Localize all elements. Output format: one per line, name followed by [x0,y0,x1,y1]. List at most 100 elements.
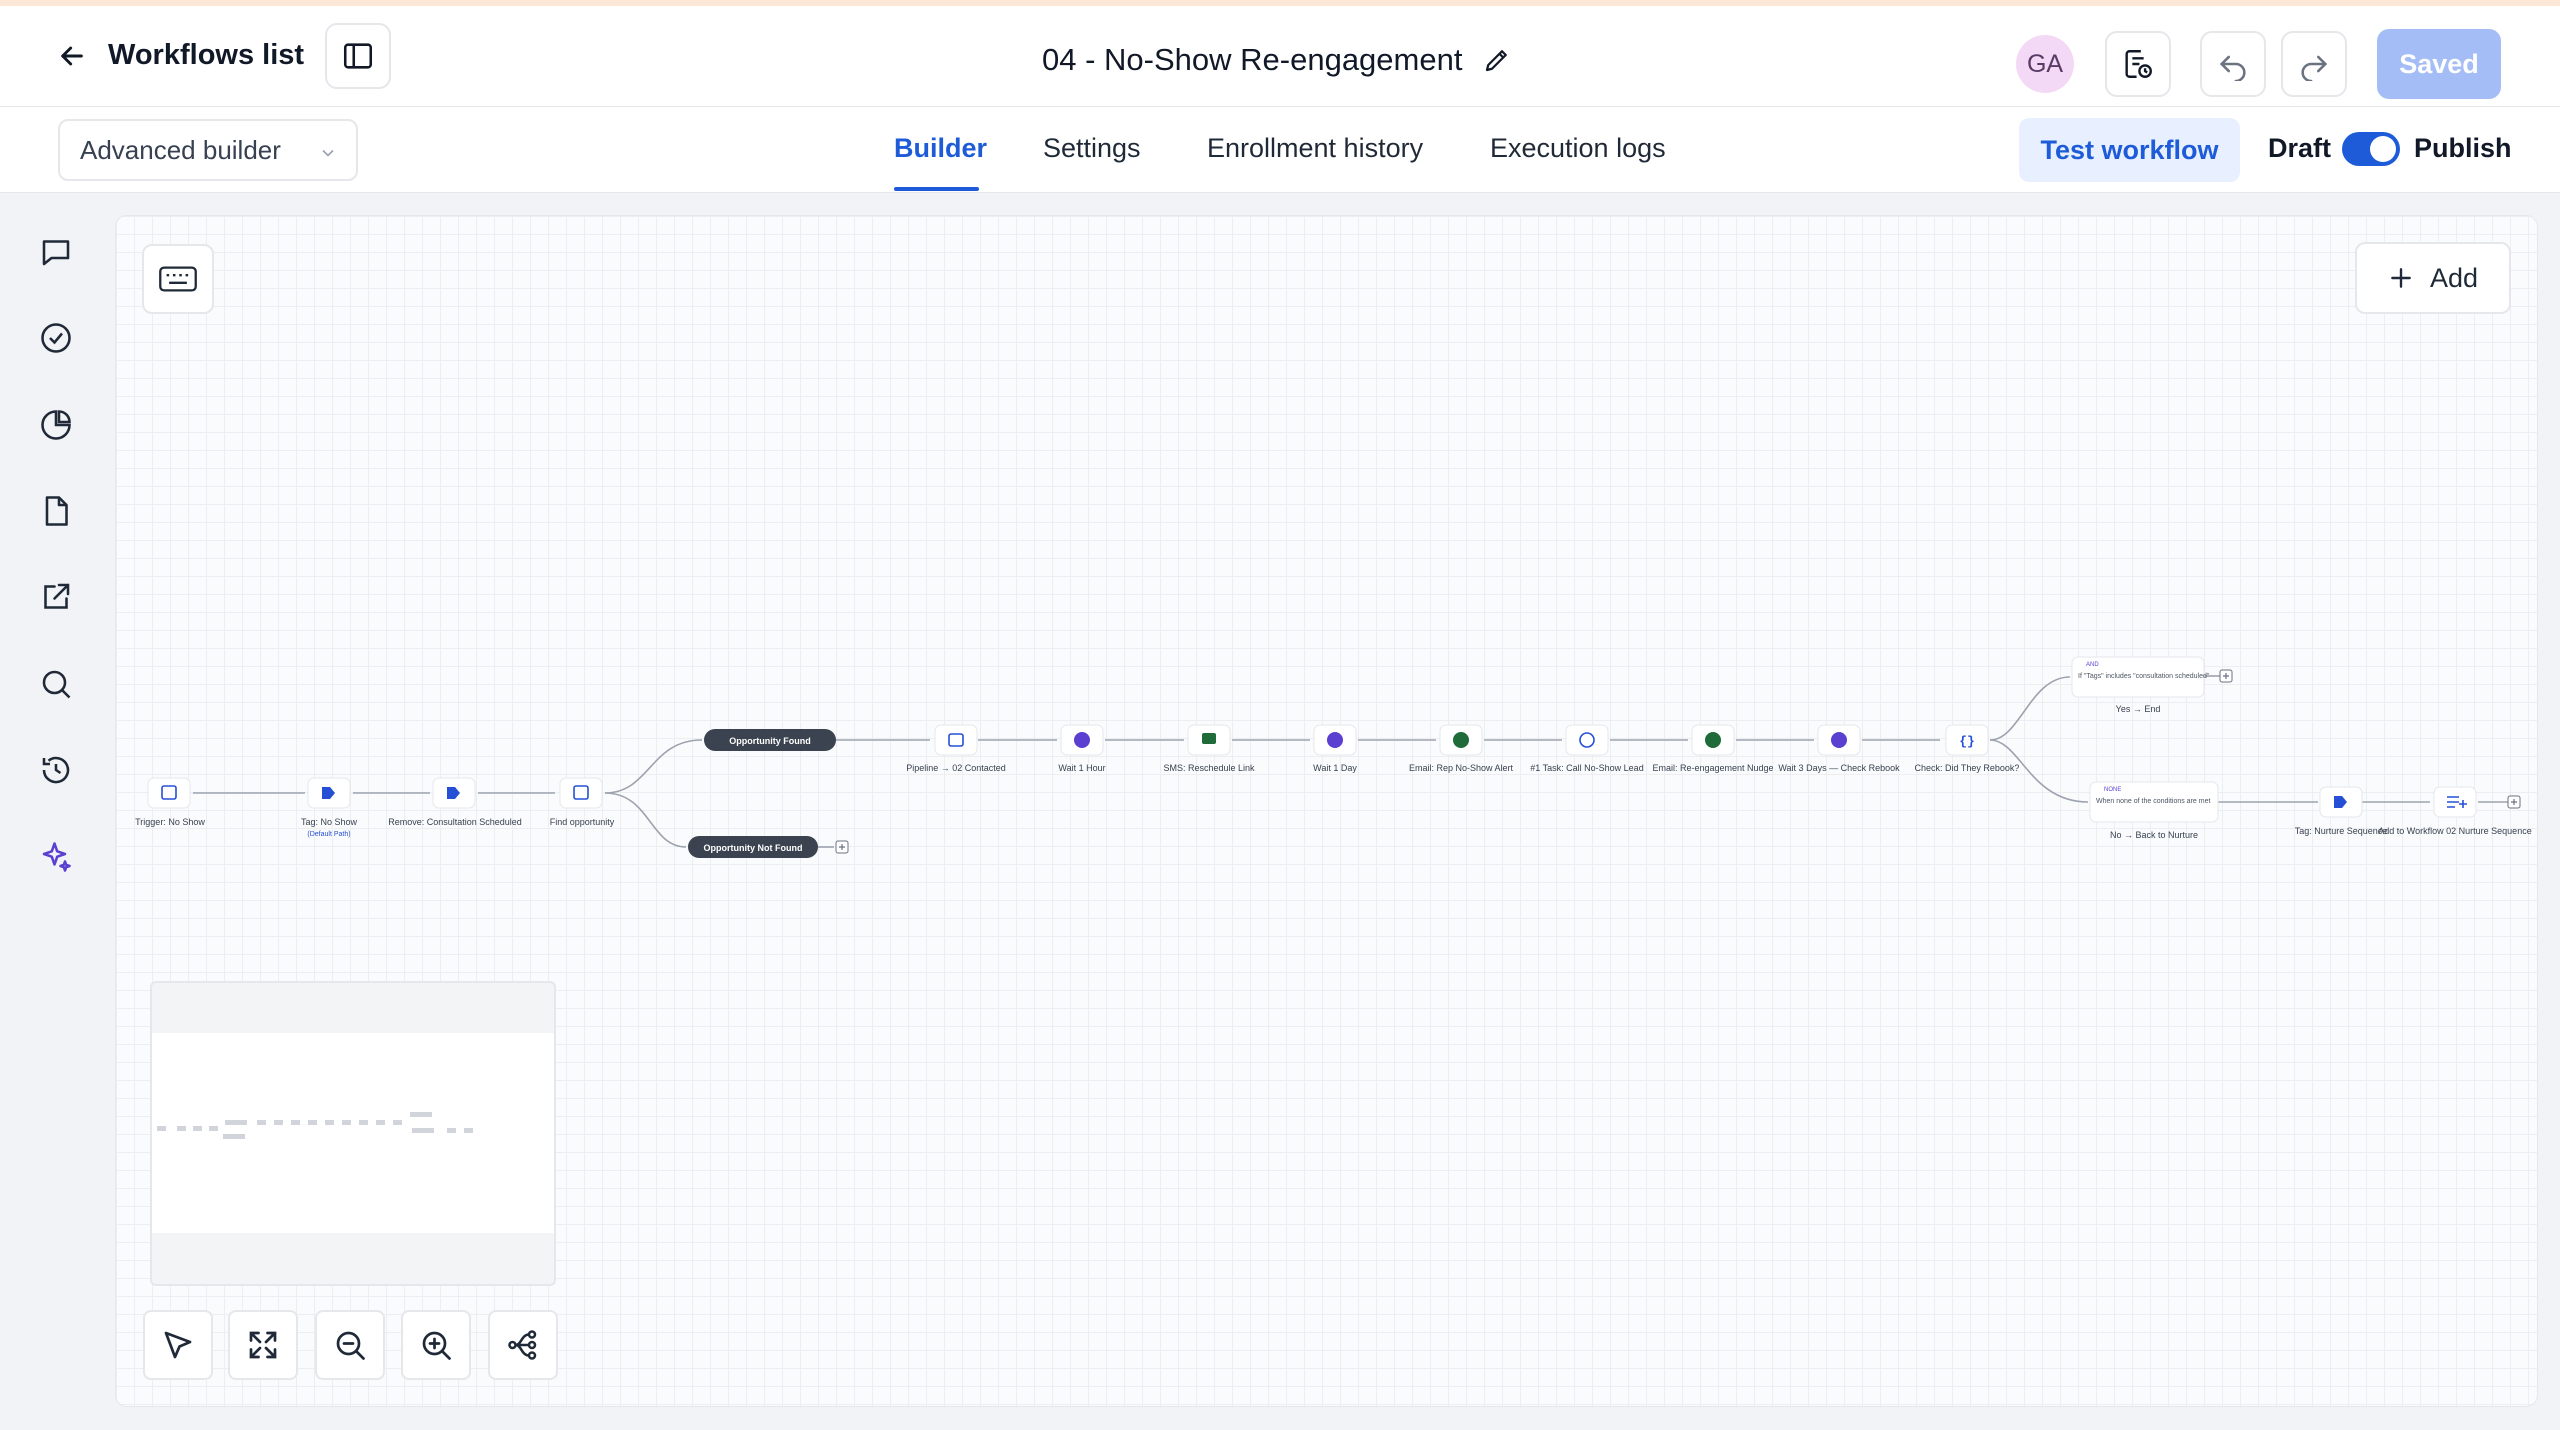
undo-icon [2219,55,2246,81]
condition-braces-icon: {} [1959,734,1975,749]
minimap-node [464,1128,473,1133]
minimap-node [447,1128,456,1133]
tab-builder[interactable]: Builder [894,133,987,164]
publish-label: Publish [2414,133,2512,163]
redo-button[interactable] [2281,31,2347,97]
sparkle-icon[interactable] [36,837,76,877]
file-icon[interactable] [36,491,76,531]
expand-icon [249,1331,277,1359]
tab-enrollment-history[interactable]: Enrollment history [1207,133,1423,164]
draft-label: Draft [2268,133,2332,163]
minimap-node [223,1134,245,1139]
builder-mode-select[interactable]: Advanced builder [58,119,358,181]
wait-1-hour-node[interactable]: Wait 1 Hour [1058,724,1106,773]
versions-button[interactable] [2105,31,2171,97]
zoom-in-icon [422,1331,451,1360]
wait-1-hour-label: Wait 1 Hour [1058,763,1105,773]
plus-icon [2391,268,2411,288]
fit-view-button[interactable] [228,1310,298,1380]
sms-icon [1202,733,1216,744]
pipeline-label: Pipeline → 02 Contacted [906,763,1006,773]
tab-settings[interactable]: Settings [1043,133,1141,164]
minimap-node [393,1120,402,1125]
chat-icon[interactable] [36,232,76,272]
minimap-node [291,1120,300,1125]
yes-condition-text: If "Tags" includes "consultation schedul… [2078,673,2210,680]
keyboard-icon [159,266,197,292]
minimap-viewport [152,1033,554,1233]
minimap-node [209,1126,218,1131]
top-bar: Workflows list 04 - No-Show Re-engagemen… [0,0,2560,107]
email-icon [1705,732,1721,748]
opportunity-found-label: Opportunity Found [729,736,810,746]
pie-chart-icon[interactable] [36,405,76,445]
wait-1-day-node[interactable]: Wait 1 Day [1313,724,1357,773]
select-tool-button[interactable] [143,1310,213,1380]
toggle-sidebar-button[interactable] [325,23,391,89]
chevron-down-icon [322,149,334,157]
sidebar-icon [343,43,373,69]
find-opportunity-label: Find opportunity [550,817,615,827]
tag-no-show-label: Tag: No Show [301,817,358,827]
publish-toggle[interactable] [2342,132,2400,166]
tab-execution-logs[interactable]: Execution logs [1490,133,1666,164]
add-label: Add [2429,262,2479,293]
add-node-button[interactable]: Add [2355,242,2511,314]
cursor-icon [164,1331,192,1359]
clock-icon [1831,732,1847,748]
test-workflow-button[interactable]: Test workflow [2019,118,2240,182]
minimap-node [177,1126,186,1131]
minimap-node [412,1128,434,1133]
clock-icon [1074,732,1090,748]
back-label: Workflows list [108,39,305,71]
pencil-icon[interactable] [1482,45,1512,75]
saved-button[interactable]: Saved [2377,29,2501,99]
email-nudge-label: Email: Re-engagement Nudge [1652,763,1773,773]
undo-button[interactable] [2200,31,2266,97]
check-circle-icon[interactable] [36,318,76,358]
no-branch-label: No → Back to Nurture [2110,830,2198,840]
minimap-node [274,1120,283,1125]
email-icon [1453,732,1469,748]
tree-layout-icon [508,1330,537,1360]
yes-condition-tag: AND [2086,662,2099,668]
opportunity-not-found-label: Opportunity Not Found [704,843,803,853]
zoom-in-button[interactable] [401,1310,471,1380]
redo-icon [2301,55,2328,81]
no-condition-tag: NONE [2104,787,2121,793]
task-label: #1 Task: Call No-Show Lead [1530,763,1643,773]
tag-nurture-label: Tag: Nurture Sequence [2295,826,2388,836]
arrow-left-icon [61,46,83,65]
clock-icon [1327,732,1343,748]
back-to-workflows-link[interactable]: Workflows list [56,39,304,72]
builder-mode-value: Advanced builder [80,134,281,165]
active-tab-indicator [894,187,979,191]
user-avatar[interactable]: GA [2016,35,2074,93]
history-icon[interactable] [36,750,76,790]
zoom-out-button[interactable] [315,1310,385,1380]
minimap-node [308,1120,317,1125]
workflow-title-text: 04 - No-Show Re-engagement [1042,42,1463,77]
workflow-title: 04 - No-Show Re-engagement [1042,42,1512,78]
minimap[interactable] [150,981,556,1286]
email-rep-label: Email: Rep No-Show Alert [1409,763,1514,773]
minimap-node [359,1120,368,1125]
no-condition-text: When none of the conditions are met [2096,798,2210,805]
opportunity-found-branch[interactable]: Opportunity Found [704,729,836,751]
wait-3-days-label: Wait 3 Days — Check Rebook [1778,763,1900,773]
yes-branch-label: Yes → End [2116,704,2161,714]
minimap-node [410,1112,432,1117]
minimap-node [325,1120,334,1125]
add-to-workflow-label: Add to Workflow 02 Nurture Sequence [2378,826,2531,836]
search-icon[interactable] [36,664,76,704]
external-link-icon[interactable] [36,577,76,617]
minimap-node [376,1120,385,1125]
keyboard-shortcuts-button[interactable] [142,244,214,314]
minimap-node [157,1126,166,1131]
document-history-icon [2125,50,2152,78]
minimap-node [193,1126,202,1131]
minimap-node [257,1120,266,1125]
auto-layout-button[interactable] [488,1310,558,1380]
tag-no-show-sublabel: (Default Path) [307,831,350,838]
zoom-out-icon [336,1331,365,1360]
